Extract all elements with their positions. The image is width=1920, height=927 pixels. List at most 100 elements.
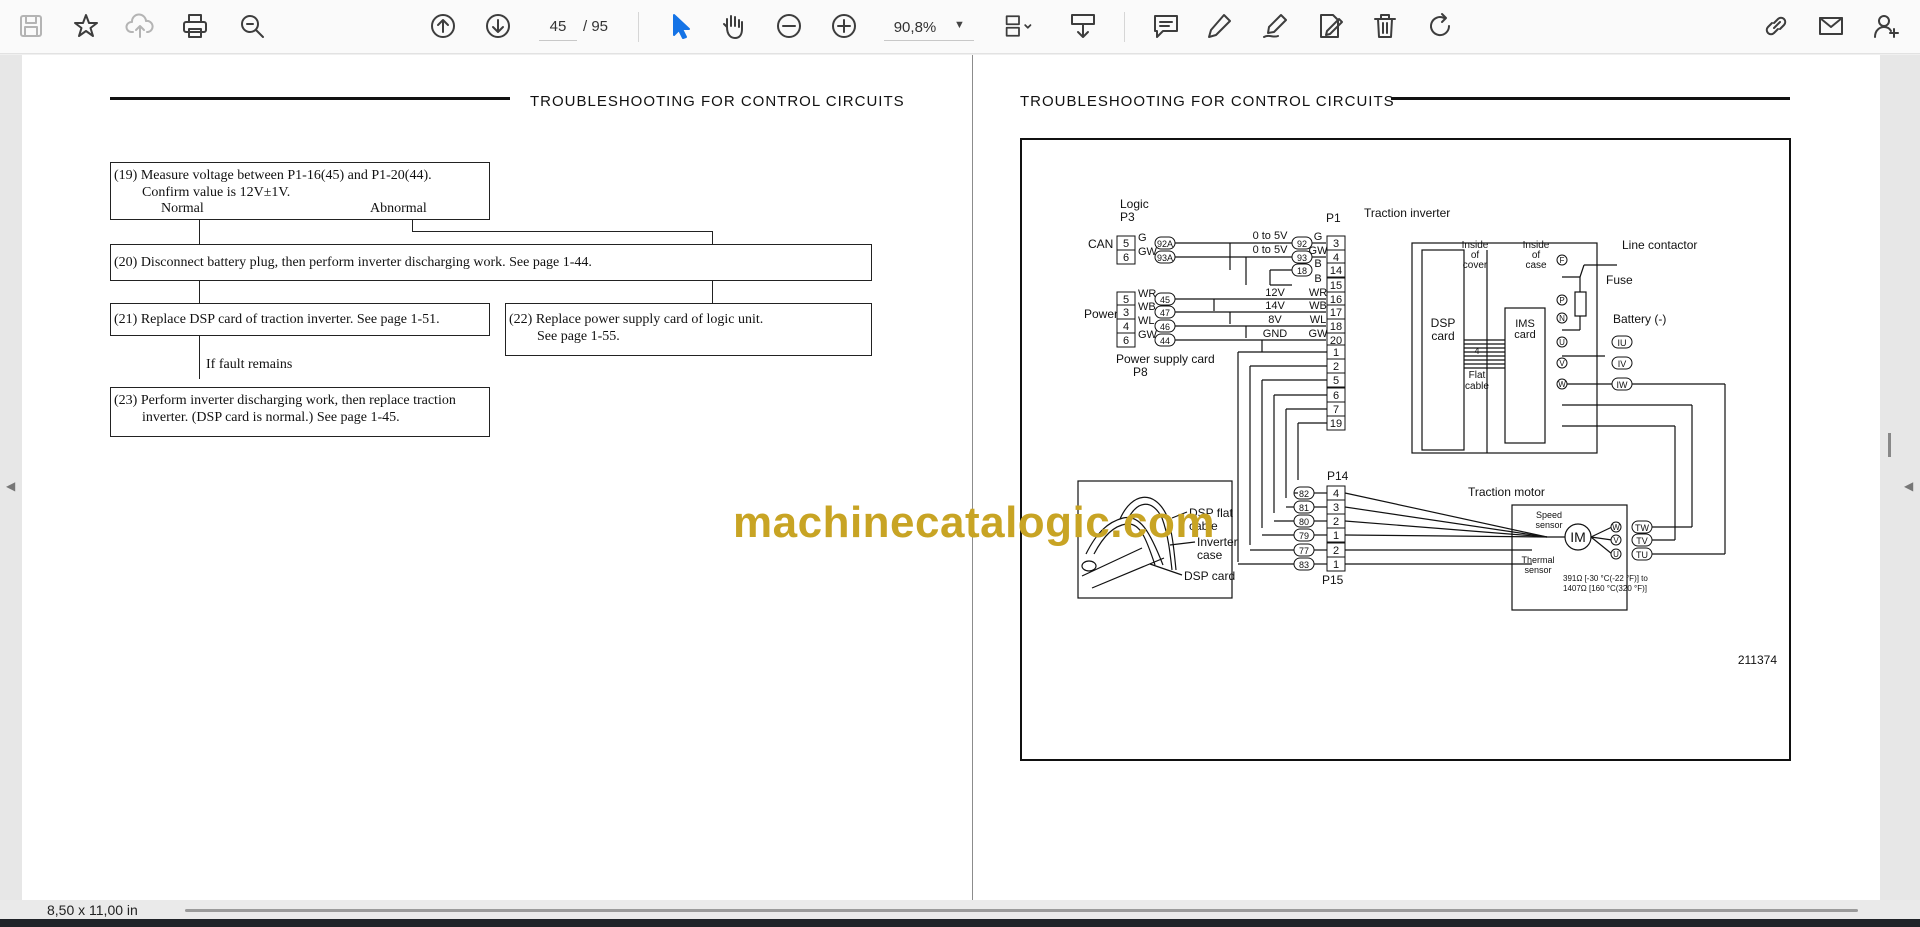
step-22-line1: (22) Replace power supply card of logic …	[509, 312, 764, 327]
cloud-upload-icon[interactable]	[120, 6, 160, 46]
save-icon[interactable]	[11, 6, 51, 46]
page-total: / 95	[583, 18, 609, 35]
toolbar: / 95 ▼	[0, 0, 1920, 54]
print-icon[interactable]	[175, 6, 215, 46]
thermal-sensor-label: Thermal	[1521, 555, 1554, 565]
add-user-icon[interactable]	[1866, 6, 1906, 46]
read-mode-icon[interactable]	[1063, 6, 1103, 46]
email-icon[interactable]	[1811, 6, 1851, 46]
wire	[1344, 520, 1548, 538]
can-signal: 0 to 5V	[1253, 230, 1289, 242]
motor-symbol: IM	[1570, 529, 1586, 545]
p1-wire: GW	[1309, 245, 1329, 257]
hand-pan-icon[interactable]	[713, 6, 753, 46]
flow-line	[412, 220, 413, 231]
wire-tag-label: 80	[1299, 517, 1309, 527]
p1-pin: 16	[1330, 294, 1342, 306]
p1-pin: 1	[1333, 347, 1339, 359]
zoom-input[interactable]	[884, 13, 946, 41]
inside-of-cover-label: cover	[1463, 260, 1488, 271]
zoom-in-icon[interactable]	[824, 6, 864, 46]
draw-icon[interactable]	[1255, 6, 1295, 46]
p8-pin: 6	[1123, 335, 1129, 347]
step-19-line2: Confirm value is 12V±1V.	[142, 185, 291, 200]
step-19-line1: (19) Measure voltage between P1-16(45) a…	[114, 168, 432, 183]
p8-label: P8	[1133, 365, 1148, 379]
vertical-scroll-handle[interactable]	[1888, 433, 1891, 457]
ims-card-label: card	[1514, 329, 1535, 341]
flow-line	[712, 231, 713, 244]
right-panel-toggle[interactable]: ◀	[1904, 479, 1913, 493]
wire-tag-label: 93	[1297, 253, 1307, 263]
p8-wire: WB	[1138, 301, 1156, 313]
p1-pin: 5	[1333, 375, 1339, 387]
bookmark-star-icon[interactable]	[66, 6, 106, 46]
p1-wire: WB	[1309, 300, 1327, 312]
p15-pin: 1	[1333, 559, 1339, 571]
share-link-icon[interactable]	[1756, 6, 1796, 46]
horizontal-scrollbar[interactable]	[185, 909, 1858, 912]
p8-wire: WL	[1138, 315, 1155, 327]
wire-tag-label: 83	[1299, 560, 1309, 570]
wire-tag-label: 93A	[1157, 253, 1173, 263]
flow-line	[412, 231, 713, 232]
line-contactor-label: Line contactor	[1622, 238, 1697, 252]
zoom-out-icon[interactable]	[769, 6, 809, 46]
page-layout-icon[interactable]	[997, 6, 1041, 46]
left-panel-toggle[interactable]: ◀	[6, 479, 15, 493]
wire-tag-label: IW	[1617, 380, 1629, 390]
rotate-icon[interactable]	[1420, 6, 1460, 46]
zoom-dropdown[interactable]: ▼	[884, 13, 974, 41]
wire-tag-label: 45	[1160, 295, 1170, 305]
chevron-down-icon[interactable]: ▼	[954, 19, 965, 31]
wire-tag-label: 92	[1297, 239, 1307, 249]
inside-of-case-label: case	[1525, 260, 1547, 271]
power-signal: 14V	[1265, 300, 1285, 312]
dsp-card-label: card	[1431, 329, 1454, 343]
header-rule	[110, 97, 510, 100]
can-label: CAN	[1088, 237, 1113, 251]
find-text-icon[interactable]	[232, 6, 272, 46]
toolbar-separator	[1124, 12, 1125, 42]
delete-icon[interactable]	[1365, 6, 1405, 46]
motor-terminal-U-label: U	[1613, 550, 1619, 559]
wire-tag-label: IU	[1618, 338, 1627, 348]
dynamic-wiring-layer: LogicP3CANPowerPower supply cardP8P1 Trac…	[1084, 197, 1777, 667]
step-21-text: (21) Replace DSP card of traction invert…	[114, 312, 440, 327]
wire-tag-label: 77	[1299, 546, 1309, 556]
step-23-box: (23) Perform inverter discharging work, …	[110, 387, 490, 437]
p1-wire: B	[1314, 273, 1321, 285]
speed-sensor-label: sensor	[1535, 520, 1562, 530]
wire-tag-label: TW	[1635, 523, 1649, 533]
comment-icon[interactable]	[1146, 6, 1186, 46]
figure-number: 211374	[1738, 653, 1777, 667]
p1-wire: G	[1314, 231, 1323, 243]
p3-wire: G	[1138, 232, 1147, 244]
step-23-line2: inverter. (DSP card is normal.) See page…	[142, 410, 400, 425]
p14-pin: 3	[1333, 502, 1339, 514]
p14-pin: 4	[1333, 488, 1339, 500]
wire-tag-label: 82	[1299, 489, 1309, 499]
next-page-icon[interactable]	[478, 6, 518, 46]
previous-page-icon[interactable]	[423, 6, 463, 46]
page-number-input[interactable]	[539, 13, 577, 41]
step-22-line2: See page 1-55.	[537, 329, 620, 344]
document-viewer[interactable]: ◀ ◀ TROUBLESHOOTING FOR CONTROL CIRCUITS…	[0, 55, 1920, 900]
p15-pin: 2	[1333, 545, 1339, 557]
highlight-pen-icon[interactable]	[1199, 6, 1239, 46]
fill-sign-icon[interactable]	[1310, 6, 1350, 46]
step-20-text: (20) Disconnect battery plug, then perfo…	[114, 255, 592, 270]
header-rule	[1391, 97, 1790, 100]
p1-pin: 19	[1330, 418, 1342, 430]
wire-tag-label: TU	[1636, 550, 1648, 560]
wire	[1344, 492, 1548, 538]
p1-pin: 3	[1333, 238, 1339, 250]
p3-pin: 5	[1123, 238, 1129, 250]
p1-pin: 18	[1330, 321, 1342, 333]
can-signal: 0 to 5V	[1253, 244, 1289, 256]
flat-cable-count: 4	[1474, 346, 1479, 356]
p1-wire: WL	[1310, 314, 1327, 326]
page-divider	[972, 55, 973, 900]
traction-inverter-label: Traction inverter	[1364, 206, 1450, 220]
select-cursor-icon[interactable]	[660, 6, 700, 46]
